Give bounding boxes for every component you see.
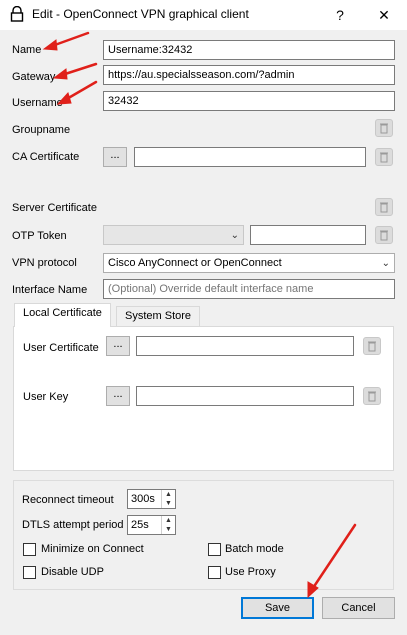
- help-button[interactable]: ?: [317, 0, 363, 30]
- groupname-label: Groupname: [12, 124, 71, 136]
- title-bar: Edit - OpenConnect VPN graphical client …: [0, 0, 407, 30]
- chevron-down-icon: ⌄: [381, 258, 390, 269]
- user-certificate-label: User Certificate: [23, 342, 99, 354]
- interface-name-label: Interface Name: [12, 284, 88, 296]
- use-proxy-label: Use Proxy: [225, 566, 276, 578]
- dtls-attempt-period-value: 25s: [131, 519, 149, 531]
- dtls-attempt-period-label: DTLS attempt period: [22, 519, 124, 531]
- vpn-protocol-selected: Cisco AnyConnect or OpenConnect: [108, 257, 282, 269]
- name-label: Name: [12, 44, 42, 56]
- user-certificate-field[interactable]: [136, 336, 354, 356]
- reconnect-timeout-spinbox[interactable]: 300s ▲ ▼: [127, 489, 176, 509]
- user-key-clear-icon[interactable]: [363, 387, 381, 405]
- name-arrowhead-icon: [42, 39, 58, 51]
- interface-name-field[interactable]: (Optional) Override default interface na…: [103, 279, 395, 299]
- user-certificate-browse-button[interactable]: ...: [106, 336, 130, 356]
- reconnect-timeout-label: Reconnect timeout: [22, 494, 114, 506]
- use-proxy-checkbox[interactable]: [208, 566, 221, 579]
- username-label: Username: [12, 97, 63, 109]
- user-certificate-clear-icon[interactable]: [363, 337, 381, 355]
- window-title: Edit - OpenConnect VPN graphical client: [32, 7, 249, 21]
- username-field[interactable]: 32432: [103, 91, 395, 111]
- batch-mode-checkbox[interactable]: [208, 543, 221, 556]
- lock-icon: [10, 5, 24, 25]
- save-button[interactable]: Save: [241, 597, 314, 619]
- disable-udp-checkbox[interactable]: [23, 566, 36, 579]
- user-key-browse-button[interactable]: ...: [106, 386, 130, 406]
- otp-token-clear-icon[interactable]: [375, 226, 393, 244]
- cancel-button[interactable]: Cancel: [322, 597, 395, 619]
- gateway-arrowhead-icon: [52, 68, 68, 80]
- otp-token-combo[interactable]: ⌄: [103, 225, 244, 245]
- dtls-attempt-period-spinbox[interactable]: 25s ▲ ▼: [127, 515, 176, 535]
- name-annotation-arrow: [50, 31, 90, 48]
- ca-certificate-label: CA Certificate: [12, 151, 80, 163]
- gateway-annotation-arrow: [60, 62, 98, 77]
- server-certificate-clear-icon[interactable]: [375, 198, 393, 216]
- tab-system-store[interactable]: System Store: [116, 306, 201, 327]
- gateway-field[interactable]: https://au.specialsseason.com/?admin: [103, 65, 395, 85]
- ca-certificate-clear-icon[interactable]: [375, 148, 393, 166]
- disable-udp-label: Disable UDP: [41, 566, 104, 578]
- spin-arrows-icon[interactable]: ▲ ▼: [161, 516, 175, 534]
- username-annotation-arrow: [63, 80, 98, 102]
- tab-local-certificate[interactable]: Local Certificate: [14, 303, 111, 327]
- server-certificate-label: Server Certificate: [12, 202, 97, 214]
- spin-arrows-icon[interactable]: ▲ ▼: [161, 490, 175, 508]
- name-field[interactable]: Username:32432: [103, 40, 395, 60]
- vpn-protocol-label: VPN protocol: [12, 257, 77, 269]
- groupname-clear-icon[interactable]: [375, 119, 393, 137]
- ca-certificate-field[interactable]: [134, 147, 366, 167]
- otp-token-label: OTP Token: [12, 230, 67, 242]
- batch-mode-label: Batch mode: [225, 543, 284, 555]
- minimize-on-connect-label: Minimize on Connect: [41, 543, 144, 555]
- user-key-label: User Key: [23, 391, 69, 403]
- reconnect-timeout-value: 300s: [131, 493, 155, 505]
- user-key-field[interactable]: [136, 386, 354, 406]
- chevron-down-icon: ⌄: [230, 230, 239, 241]
- otp-token-field[interactable]: [250, 225, 366, 245]
- ca-certificate-browse-button[interactable]: ...: [103, 147, 127, 167]
- close-button[interactable]: ✕: [361, 0, 407, 30]
- minimize-on-connect-checkbox[interactable]: [23, 543, 36, 556]
- gateway-label: Gateway: [12, 71, 56, 83]
- vpn-protocol-select[interactable]: Cisco AnyConnect or OpenConnect ⌄: [103, 253, 395, 273]
